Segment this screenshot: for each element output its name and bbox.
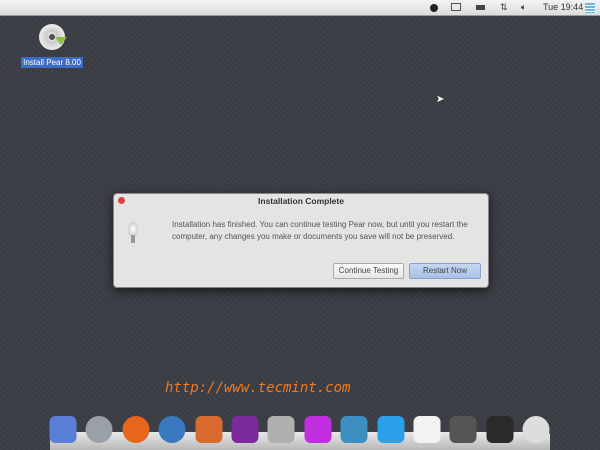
network-icon[interactable]: ⇅	[500, 2, 508, 13]
dock-finder-icon[interactable]	[49, 416, 77, 443]
dialog-title: Installation Complete	[258, 196, 344, 206]
dock-system-tools-icon[interactable]	[449, 416, 477, 443]
dock-display-icon[interactable]	[377, 416, 405, 443]
dock-firefox-icon[interactable]	[122, 416, 150, 443]
menu-bar: ⇅ 🔈︎ Tue 19:44	[0, 0, 600, 16]
continue-testing-button[interactable]: Continue Testing	[333, 263, 404, 279]
dock-trash-icon[interactable]	[486, 416, 514, 443]
dock-contacts-icon[interactable]	[267, 416, 295, 443]
dock-settings-toggle-icon[interactable]	[413, 416, 441, 443]
dialog-title-bar: Installation Complete	[114, 194, 488, 208]
desktop-icon-label: Install Pear 8.00	[21, 57, 83, 68]
desktop-icon-install-pear[interactable]: Install Pear 8.00	[19, 24, 85, 70]
dock-cloud-icon[interactable]	[304, 416, 332, 443]
dock-music-icon[interactable]	[231, 416, 259, 443]
clock[interactable]: Tue 19:44	[543, 2, 583, 12]
dialog-message: Installation has finished. You can conti…	[172, 220, 468, 241]
watermark-url: http://www.tecmint.com	[165, 380, 351, 396]
search-icon[interactable]	[430, 4, 438, 12]
dock-installer-disc-icon[interactable]	[522, 416, 550, 443]
battery-icon[interactable]	[476, 5, 485, 10]
list-icon[interactable]	[585, 3, 595, 13]
disc-icon	[39, 24, 67, 50]
dock-thunderbird-icon[interactable]	[158, 416, 186, 443]
dock-launchpad-icon[interactable]	[85, 416, 113, 443]
dock-app-store-icon[interactable]	[340, 416, 368, 443]
close-button[interactable]	[118, 197, 125, 204]
lightbulb-icon	[128, 222, 138, 243]
dock-photos-icon[interactable]	[195, 416, 223, 443]
installation-complete-dialog: Installation Complete Installation has f…	[113, 193, 489, 288]
restart-now-button[interactable]: Restart Now	[409, 263, 481, 279]
mouse-pointer-icon: ➤	[436, 94, 445, 105]
volume-icon[interactable]: 🔈︎	[521, 2, 526, 13]
mail-icon[interactable]	[451, 3, 461, 11]
